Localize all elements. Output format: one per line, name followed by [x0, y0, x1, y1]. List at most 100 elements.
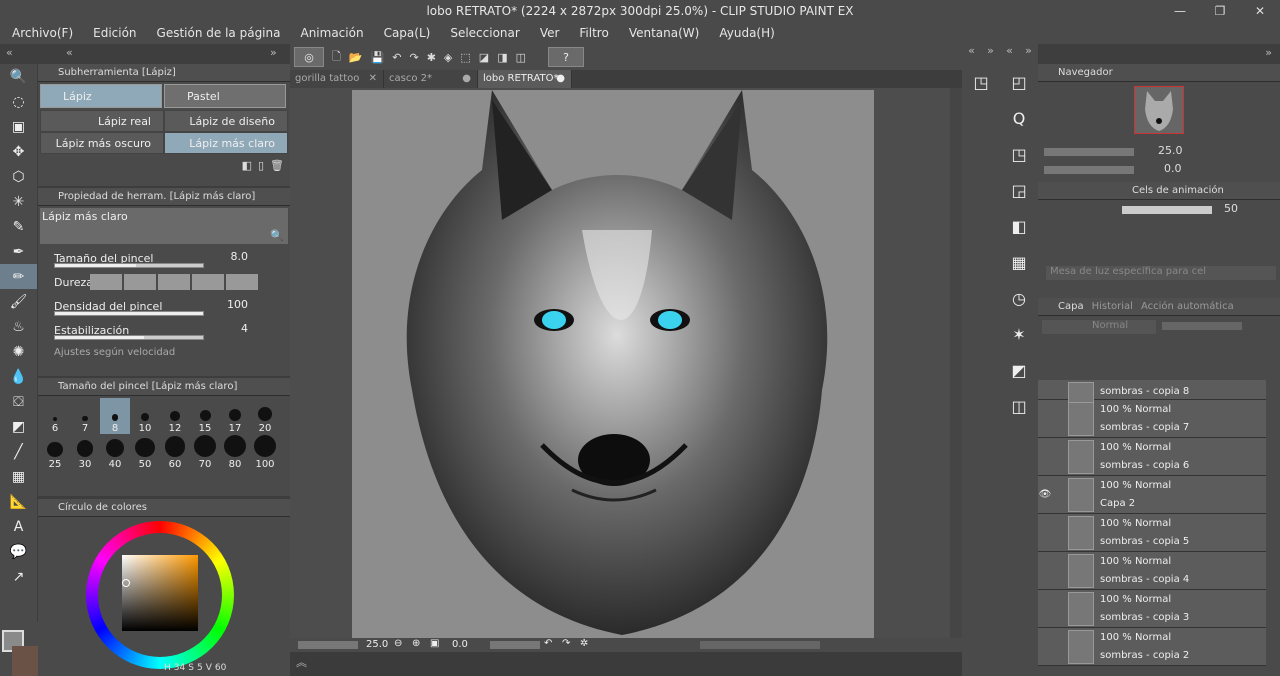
horizontal-scrollbar[interactable] — [700, 641, 820, 649]
menu-archivo[interactable]: Archivo(F) — [0, 22, 83, 44]
tab-accion-automatica[interactable]: Acción automática — [1141, 301, 1234, 312]
angle-value[interactable]: 0.0 — [452, 639, 468, 650]
sv-cursor[interactable] — [122, 579, 130, 587]
collapse-icon[interactable]: « — [1006, 44, 1013, 64]
prop-density[interactable]: Densidad del pincel 100 — [38, 294, 290, 318]
color-set-icon[interactable]: ◧ — [1000, 208, 1038, 244]
brush-size-cell[interactable]: 10 — [130, 398, 160, 434]
menu-ayuda[interactable]: Ayuda(H) — [709, 22, 784, 44]
expand-up-icon[interactable]: ︽ — [296, 654, 307, 670]
close-button[interactable]: ✕ — [1240, 0, 1280, 22]
rotate-left-icon[interactable]: ↶ — [544, 638, 552, 649]
visibility-toggle[interactable] — [1038, 514, 1052, 551]
decoration-tool-icon[interactable]: ✺ — [0, 339, 37, 364]
brush-size-cell[interactable]: 15 — [190, 398, 220, 434]
new-subtool-icon[interactable]: ▯ — [258, 159, 264, 172]
menu-edicion[interactable]: Edición — [83, 22, 146, 44]
clear-icon[interactable]: ✱ — [427, 51, 436, 64]
brush-size-cell[interactable]: 100 — [250, 434, 280, 470]
brush-size-cell[interactable]: 8 — [100, 398, 130, 434]
brush-lapiz-real[interactable]: Lápiz real — [40, 110, 164, 132]
canvas[interactable] — [352, 90, 874, 638]
hardness-presets[interactable] — [90, 274, 258, 290]
expand-left-icon[interactable]: » — [270, 46, 277, 59]
brush-size-cell[interactable]: 20 — [250, 398, 280, 434]
expand-icon[interactable]: » — [1025, 44, 1032, 64]
maximize-button[interactable]: ❐ — [1200, 0, 1240, 22]
layer-row[interactable]: 100 % Normal sombras - copia 7 — [1038, 400, 1266, 438]
layer-opacity-slider[interactable] — [1162, 322, 1242, 330]
prop-slider[interactable] — [54, 263, 204, 268]
collapse-icon[interactable]: « — [968, 44, 975, 64]
material-panel-icon[interactable]: ◳ — [962, 64, 1000, 100]
save-file-icon[interactable]: 💾 — [371, 51, 385, 64]
prop-value[interactable]: 4 — [241, 322, 248, 335]
brush-size-cell[interactable]: 30 — [70, 434, 100, 470]
item-bank-icon[interactable]: ◩ — [1000, 352, 1038, 388]
menu-capa[interactable]: Capa(L) — [374, 22, 441, 44]
snap-special-icon[interactable]: ◨ — [497, 51, 507, 64]
brush-lapiz-oscuro[interactable]: Lápiz más oscuro — [40, 132, 164, 154]
brush-size-cell[interactable]: 50 — [130, 434, 160, 470]
layer-row[interactable]: 100 % Normal sombras - copia 2 — [1038, 628, 1266, 666]
snap-grid-icon[interactable]: ◫ — [516, 51, 526, 64]
layer-property-icon[interactable]: ◲ — [1000, 172, 1038, 208]
clip-studio-icon[interactable]: ◎ — [294, 47, 324, 67]
brush-lapiz-claro[interactable]: Lápiz más claro — [164, 132, 288, 154]
move-tool-icon[interactable]: ✥ — [0, 139, 37, 164]
navigator-tab[interactable]: Navegador — [1058, 67, 1113, 78]
visibility-toggle[interactable] — [1038, 400, 1052, 437]
nav-zoom-slider[interactable] — [1044, 148, 1134, 156]
collapse-right-icon[interactable]: » — [1265, 46, 1272, 59]
navigator-thumbnail[interactable] — [1134, 86, 1184, 134]
pen-tool-icon[interactable]: ✒ — [0, 239, 37, 264]
lock-toggle[interactable] — [1052, 590, 1066, 627]
lock-toggle[interactable] — [1052, 400, 1066, 437]
collapse-left-icon-2[interactable]: « — [66, 46, 73, 59]
fill-icon[interactable]: ◈ — [444, 51, 452, 64]
help-icon[interactable]: ? — [548, 47, 585, 67]
canvas-vertical-scrollbar[interactable] — [950, 88, 962, 638]
lock-toggle[interactable] — [1052, 552, 1066, 589]
visibility-toggle[interactable] — [1038, 380, 1052, 399]
brush-size-cell[interactable]: 12 — [160, 398, 190, 434]
brush-size-cell[interactable]: 7 — [70, 398, 100, 434]
lock-toggle[interactable] — [1052, 438, 1066, 475]
tab-casco-2[interactable]: casco 2* ● — [384, 70, 478, 88]
balloon-tool-icon[interactable]: 💬 — [0, 539, 37, 564]
prop-slider[interactable] — [54, 335, 204, 340]
blend-tool-icon[interactable]: 💧 — [0, 364, 37, 389]
visibility-toggle[interactable] — [1038, 552, 1052, 589]
layer-search-icon[interactable]: ◫ — [1000, 388, 1038, 424]
collapse-left-icon[interactable]: « — [6, 46, 13, 59]
navigator-icon[interactable]: ◰ — [1000, 64, 1038, 100]
prop-value[interactable]: 8.0 — [231, 250, 249, 263]
figure-tool-icon[interactable]: ╱ — [0, 439, 37, 464]
brush-size-cell[interactable]: 25 — [40, 434, 70, 470]
frame-tool-icon[interactable]: ▦ — [0, 464, 37, 489]
visibility-toggle[interactable] — [1038, 590, 1052, 627]
modified-icon[interactable]: ● — [556, 70, 565, 88]
text-tool-icon[interactable]: A — [0, 514, 37, 539]
nav-zoom-value[interactable]: 25.0 — [1158, 144, 1183, 157]
subtool-tab-lapiz[interactable]: Lápiz — [40, 84, 162, 108]
layer-row[interactable]: 100 % Normal sombras - copia 3 — [1038, 590, 1266, 628]
tab-capa[interactable]: Capa — [1058, 301, 1084, 312]
airbrush-tool-icon[interactable]: ♨ — [0, 314, 37, 339]
snap-ruler-icon[interactable]: ◪ — [479, 51, 489, 64]
modified-icon[interactable]: ● — [462, 70, 471, 88]
prop-slider[interactable] — [54, 311, 204, 316]
rotate-right-icon[interactable]: ↷ — [562, 638, 570, 649]
ruler-tool-icon[interactable]: 📐 — [0, 489, 37, 514]
fit-icon[interactable]: ▣ — [430, 638, 439, 649]
tab-lobo-retrato[interactable]: lobo RETRATO* ● — [478, 70, 572, 88]
expand-icon[interactable]: » — [987, 44, 994, 64]
zoom-value[interactable]: 25.0 — [366, 639, 388, 650]
nav-angle-slider[interactable] — [1044, 166, 1134, 174]
auto-action-icon[interactable]: ✶ — [1000, 316, 1038, 352]
brush-size-cell[interactable]: 6 — [40, 398, 70, 434]
delete-subtool-icon[interactable]: 🗑 — [270, 159, 284, 172]
close-icon[interactable]: ✕ — [369, 70, 377, 88]
selection-tool-icon[interactable]: ▣ — [0, 114, 37, 139]
brush-size-cell[interactable]: 80 — [220, 434, 250, 470]
